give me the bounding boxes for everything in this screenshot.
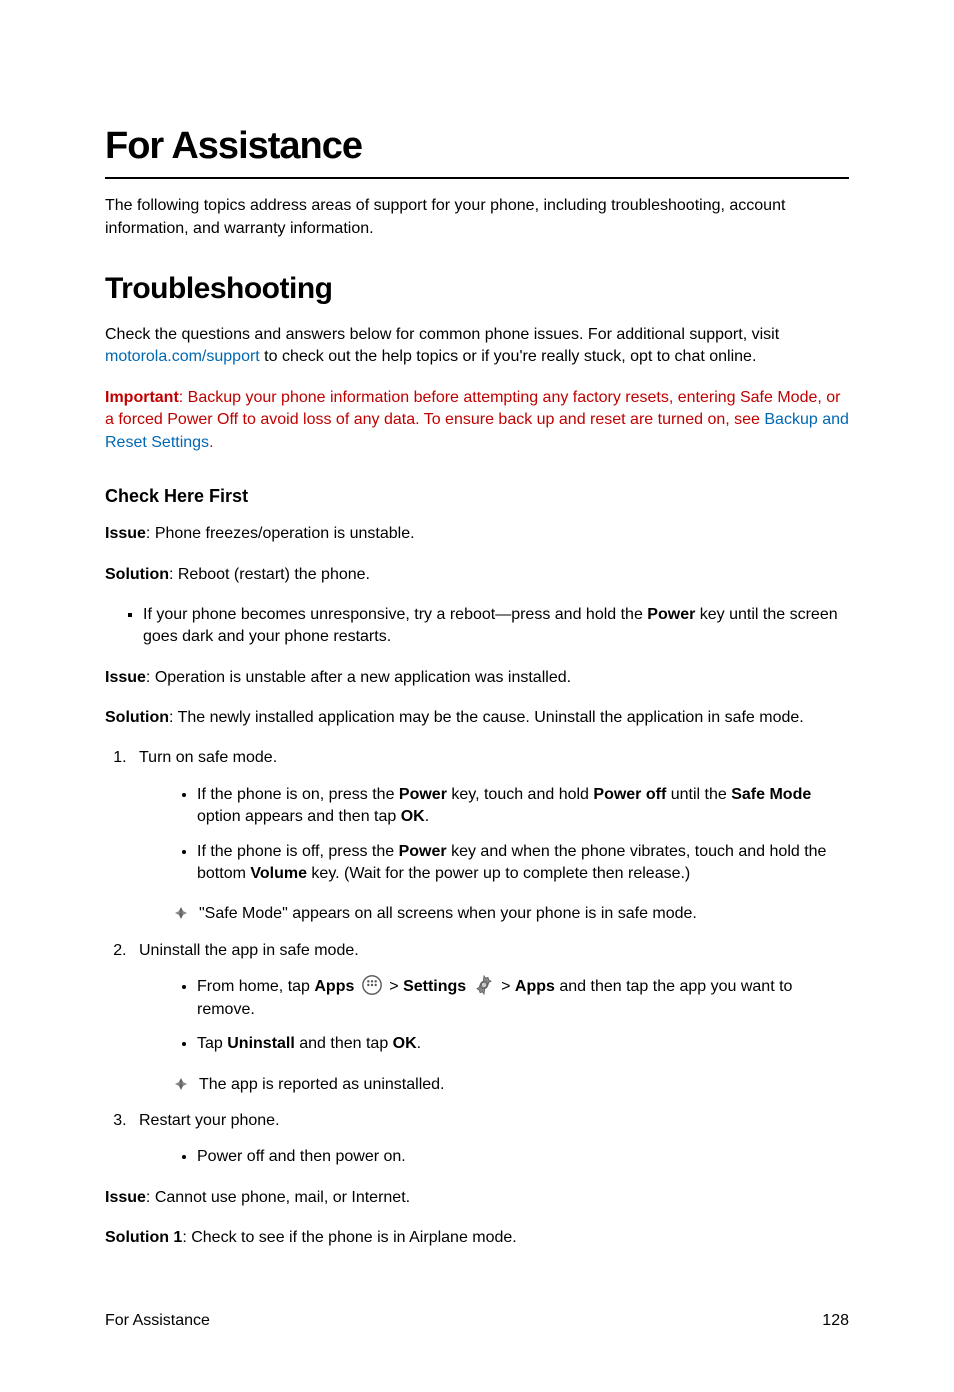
text: Power bbox=[647, 606, 695, 623]
text: key. (Wait for the power up to complete … bbox=[307, 865, 690, 882]
text: If the phone is on, press the bbox=[197, 786, 399, 803]
text: Apps bbox=[314, 978, 354, 995]
note-safe-mode: "Safe Mode" appears on all screens when … bbox=[173, 903, 849, 925]
text: If your phone becomes unresponsive, try … bbox=[143, 606, 647, 623]
text: : Operation is unstable after a new appl… bbox=[146, 669, 571, 686]
step-text: Turn on safe mode. bbox=[139, 747, 849, 769]
solution-label: Solution bbox=[105, 709, 169, 726]
page-footer: For Assistance 128 bbox=[105, 1310, 849, 1332]
text: Volume bbox=[250, 865, 307, 882]
note-text: The app is reported as uninstalled. bbox=[199, 1074, 444, 1096]
text: and then tap bbox=[295, 1035, 393, 1052]
text: OK bbox=[401, 808, 425, 825]
solution-airplane: Solution 1: Check to see if the phone is… bbox=[105, 1227, 849, 1249]
text: Tap bbox=[197, 1035, 227, 1052]
text: From home, tap bbox=[197, 978, 314, 995]
issue-unstable-app: Issue: Operation is unstable after a new… bbox=[105, 667, 849, 689]
text: : Phone freezes/operation is unstable. bbox=[146, 525, 415, 542]
footer-section: For Assistance bbox=[105, 1310, 210, 1332]
step-text: Uninstall the app in safe mode. bbox=[139, 940, 849, 962]
apps-icon bbox=[361, 974, 383, 996]
important-note: Important: Backup your phone information… bbox=[105, 387, 849, 454]
solution-label: Solution 1 bbox=[105, 1229, 182, 1246]
troubleshooting-intro: Check the questions and answers below fo… bbox=[105, 324, 849, 369]
text: Power bbox=[399, 786, 447, 803]
page-number: 128 bbox=[822, 1310, 849, 1332]
text: key, touch and hold bbox=[447, 786, 593, 803]
issue-label: Issue bbox=[105, 525, 146, 542]
solution-uninstall: Solution: The newly installed applicatio… bbox=[105, 707, 849, 729]
text: : The newly installed application may be… bbox=[169, 709, 804, 726]
step-1: Turn on safe mode. If the phone is on, p… bbox=[131, 747, 849, 925]
note-uninstalled: The app is reported as uninstalled. bbox=[173, 1074, 849, 1096]
step3-bullets: Power off and then power on. bbox=[197, 1146, 849, 1168]
intro-paragraph: The following topics address areas of su… bbox=[105, 195, 849, 240]
step-2: Uninstall the app in safe mode. From hom… bbox=[131, 940, 849, 1096]
text: If the phone is off, press the bbox=[197, 843, 399, 860]
text: Safe Mode bbox=[731, 786, 811, 803]
safe-mode-steps: Turn on safe mode. If the phone is on, p… bbox=[131, 747, 849, 1168]
text: Uninstall bbox=[227, 1035, 295, 1052]
support-link[interactable]: motorola.com/support bbox=[105, 348, 260, 365]
check-here-first-heading: Check Here First bbox=[105, 484, 849, 509]
note-icon bbox=[173, 905, 189, 921]
settings-icon bbox=[473, 974, 495, 996]
list-item: If your phone becomes unresponsive, try … bbox=[143, 604, 849, 649]
step-3: Restart your phone. Power off and then p… bbox=[131, 1110, 849, 1169]
solution-label: Solution bbox=[105, 566, 169, 583]
reboot-steps: If your phone becomes unresponsive, try … bbox=[143, 604, 849, 649]
list-item: Power off and then power on. bbox=[197, 1146, 849, 1168]
text: : Backup your phone information before a… bbox=[105, 389, 840, 428]
text: : Check to see if the phone is in Airpla… bbox=[182, 1229, 516, 1246]
text: Check the questions and answers below fo… bbox=[105, 326, 779, 343]
step1-bullets: If the phone is on, press the Power key,… bbox=[197, 784, 849, 886]
text: OK bbox=[393, 1035, 417, 1052]
text: Apps bbox=[515, 978, 555, 995]
text: option appears and then tap bbox=[197, 808, 401, 825]
list-item: If the phone is on, press the Power key,… bbox=[197, 784, 849, 829]
note-text: "Safe Mode" appears on all screens when … bbox=[199, 903, 697, 925]
text: : Cannot use phone, mail, or Internet. bbox=[146, 1189, 410, 1206]
text: > bbox=[501, 978, 515, 995]
step2-bullets: From home, tap Apps > Settings > Apps an… bbox=[197, 976, 849, 1055]
issue-label: Issue bbox=[105, 669, 146, 686]
text: . bbox=[425, 808, 429, 825]
list-item: From home, tap Apps > Settings > Apps an… bbox=[197, 976, 849, 1021]
solution-reboot: Solution: Reboot (restart) the phone. bbox=[105, 564, 849, 586]
important-label: Important bbox=[105, 389, 179, 406]
troubleshooting-heading: Troubleshooting bbox=[105, 268, 849, 310]
step-text: Restart your phone. bbox=[139, 1110, 849, 1132]
text: . bbox=[417, 1035, 421, 1052]
issue-freeze: Issue: Phone freezes/operation is unstab… bbox=[105, 523, 849, 545]
text: . bbox=[209, 434, 213, 451]
list-item: If the phone is off, press the Power key… bbox=[197, 841, 849, 886]
text: until the bbox=[666, 786, 731, 803]
note-icon bbox=[173, 1076, 189, 1092]
page-title: For Assistance bbox=[105, 120, 849, 179]
issue-cannot-use: Issue: Cannot use phone, mail, or Intern… bbox=[105, 1187, 849, 1209]
text: Settings bbox=[403, 978, 466, 995]
text: Power off bbox=[593, 786, 666, 803]
list-item: Tap Uninstall and then tap OK. bbox=[197, 1033, 849, 1055]
issue-label: Issue bbox=[105, 1189, 146, 1206]
text: : Reboot (restart) the phone. bbox=[169, 566, 370, 583]
text: > bbox=[389, 978, 403, 995]
text: Power bbox=[399, 843, 447, 860]
text: to check out the help topics or if you'r… bbox=[260, 348, 757, 365]
